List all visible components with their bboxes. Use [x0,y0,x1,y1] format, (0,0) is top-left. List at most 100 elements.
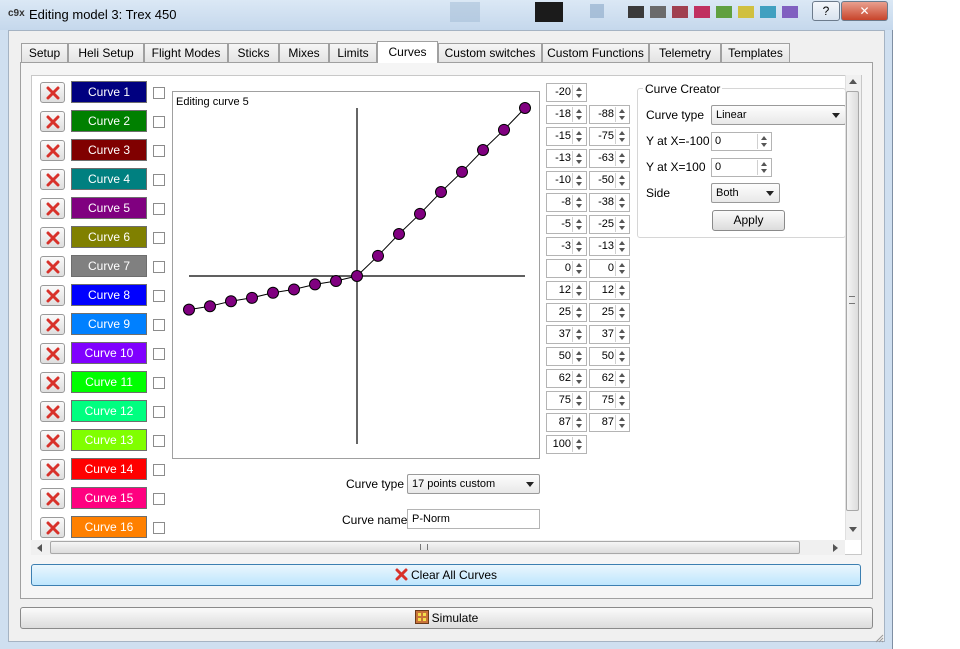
point-y-spinbox[interactable]: -3 [546,237,587,256]
curve-visible-checkbox[interactable] [153,174,165,186]
delete-curve-button[interactable] [40,430,65,451]
point-y-spinbox[interactable]: 0 [546,259,587,278]
spin-arrows-icon[interactable] [572,107,585,122]
curve-select-button[interactable]: Curve 1 [71,81,147,103]
tab-templates[interactable]: Templates [721,43,790,62]
curve-select-button[interactable]: Curve 3 [71,139,147,161]
point-x-spinbox[interactable]: -88 [589,105,630,124]
curve-visible-checkbox[interactable] [153,493,165,505]
curve-point[interactable] [456,165,468,178]
point-x-spinbox[interactable]: 25 [589,303,630,322]
point-y-spinbox[interactable]: 12 [546,281,587,300]
delete-curve-button[interactable] [40,401,65,422]
curve-point[interactable] [372,249,384,262]
curve-point[interactable] [204,300,216,313]
tab-sticks[interactable]: Sticks [228,43,279,62]
tab-flight-modes[interactable]: Flight Modes [144,43,228,62]
point-x-spinbox[interactable]: -38 [589,193,630,212]
delete-curve-button[interactable] [40,285,65,306]
curve-visible-checkbox[interactable] [153,435,165,447]
curve-point[interactable] [519,102,531,114]
scroll-left-icon[interactable] [37,544,42,552]
spin-arrows-icon[interactable] [615,305,628,320]
delete-curve-button[interactable] [40,488,65,509]
curve-select-button[interactable]: Curve 4 [71,168,147,190]
curve-select-button[interactable]: Curve 12 [71,400,147,422]
delete-curve-button[interactable] [40,169,65,190]
curve-point[interactable] [309,278,321,291]
point-x-spinbox[interactable]: 62 [589,369,630,388]
curve-point[interactable] [498,123,510,136]
point-y-spinbox[interactable]: -20 [546,83,587,102]
curve-select-button[interactable]: Curve 13 [71,429,147,451]
spin-arrows-icon[interactable] [615,217,628,232]
curve-visible-checkbox[interactable] [153,348,165,360]
point-x-spinbox[interactable]: 37 [589,325,630,344]
curve-graph[interactable] [172,91,540,459]
curve-select-button[interactable]: Curve 16 [71,516,147,538]
spin-arrows-icon[interactable] [615,129,628,144]
spin-arrows-icon[interactable] [615,151,628,166]
curve-visible-checkbox[interactable] [153,232,165,244]
spin-arrows-icon[interactable] [572,261,585,276]
curve-select-button[interactable]: Curve 9 [71,313,147,335]
spin-arrows-icon[interactable] [572,173,585,188]
curve-point[interactable] [393,228,405,240]
spin-arrows-icon[interactable] [572,415,585,430]
spin-arrows-icon[interactable] [572,129,585,144]
clear-all-curves-button[interactable]: Clear All Curves [31,564,861,586]
point-y-spinbox[interactable]: -5 [546,215,587,234]
tab-curves[interactable]: Curves [377,41,438,63]
spin-arrows-icon[interactable] [572,305,585,320]
spin-arrows-icon[interactable] [572,371,585,386]
curve-select-button[interactable]: Curve 10 [71,342,147,364]
curve-select-button[interactable]: Curve 5 [71,197,147,219]
simulate-button[interactable]: Simulate [20,607,873,629]
curve-visible-checkbox[interactable] [153,145,165,157]
delete-curve-button[interactable] [40,372,65,393]
close-button[interactable]: ✕ [841,1,888,21]
point-x-spinbox[interactable]: 0 [589,259,630,278]
tab-mixes[interactable]: Mixes [279,43,329,62]
curve-visible-checkbox[interactable] [153,116,165,128]
tab-limits[interactable]: Limits [329,43,377,62]
spin-arrows-icon[interactable] [572,393,585,408]
spin-arrows-icon[interactable] [615,173,628,188]
scroll-right-icon[interactable] [833,544,838,552]
delete-curve-button[interactable] [40,82,65,103]
spin-arrows-icon[interactable] [572,437,585,452]
creator-curve-type-select[interactable]: Linear [711,105,846,125]
curve-type-select[interactable]: 17 points custom [407,474,540,494]
delete-curve-button[interactable] [40,459,65,480]
point-y-spinbox[interactable]: 37 [546,325,587,344]
tab-setup[interactable]: Setup [21,43,68,62]
point-y-spinbox[interactable]: 62 [546,369,587,388]
curve-point[interactable] [477,144,489,156]
spin-arrows-icon[interactable] [615,261,628,276]
curve-visible-checkbox[interactable] [153,261,165,273]
apply-button[interactable]: Apply [712,210,785,231]
spin-arrows-icon[interactable] [615,195,628,210]
tab-heli-setup[interactable]: Heli Setup [68,43,144,62]
point-x-spinbox[interactable]: -13 [589,237,630,256]
curve-select-button[interactable]: Curve 7 [71,255,147,277]
point-y-spinbox[interactable]: 100 [546,435,587,454]
spin-arrows-icon[interactable] [615,349,628,364]
resize-grip-icon[interactable] [874,632,884,643]
curve-point[interactable] [183,303,195,316]
point-y-spinbox[interactable]: -8 [546,193,587,212]
spin-arrows-icon[interactable] [615,327,628,342]
side-select[interactable]: Both [711,183,780,203]
curve-point[interactable] [414,207,426,220]
delete-curve-button[interactable] [40,256,65,277]
curve-visible-checkbox[interactable] [153,203,165,215]
point-y-spinbox[interactable]: 25 [546,303,587,322]
curve-point[interactable] [351,270,363,282]
spin-arrows-icon[interactable] [615,107,628,122]
curve-visible-checkbox[interactable] [153,290,165,302]
curve-visible-checkbox[interactable] [153,319,165,331]
curve-visible-checkbox[interactable] [153,87,165,99]
y-at-x-min-spinbox[interactable]: 0 [711,132,772,151]
spin-arrows-icon[interactable] [572,85,585,100]
spin-arrows-icon[interactable] [572,349,585,364]
